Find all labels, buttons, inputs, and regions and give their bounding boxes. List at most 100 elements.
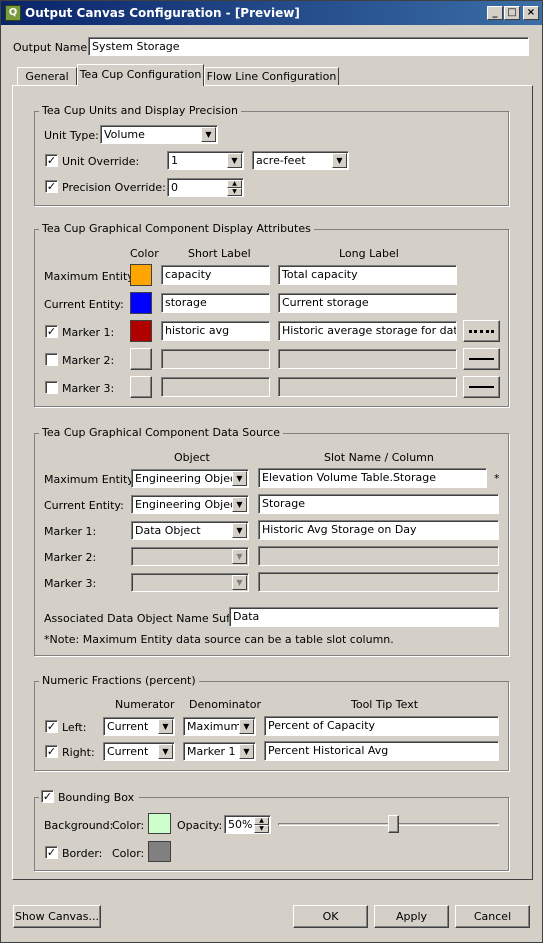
spin-down-icon[interactable]: ▼ bbox=[254, 825, 269, 833]
denominator-select[interactable]: Maximum ▼ bbox=[183, 717, 256, 736]
chevron-down-icon: ▼ bbox=[232, 471, 247, 486]
opacity-label: Opacity: bbox=[177, 819, 223, 832]
precision-spinbox[interactable]: 0 ▲ ▼ bbox=[167, 178, 244, 197]
color-swatch[interactable] bbox=[130, 376, 152, 398]
chevron-down-icon: ▼ bbox=[239, 719, 254, 734]
bounding-box-label: Bounding Box bbox=[58, 791, 135, 804]
long-label-input[interactable] bbox=[278, 349, 457, 369]
slot-name-input[interactable] bbox=[258, 546, 499, 566]
border-checkbox[interactable]: ✓ bbox=[45, 846, 58, 859]
chevron-down-icon: ▼ bbox=[227, 153, 242, 168]
precision-override-label: Precision Override: bbox=[62, 181, 166, 194]
chevron-down-icon: ▼ bbox=[232, 575, 247, 590]
object-select[interactable]: ▼ bbox=[131, 573, 249, 592]
short-label-input[interactable]: historic avg bbox=[161, 321, 270, 341]
maximize-button[interactable]: □ bbox=[504, 6, 520, 20]
tooltip-text-input[interactable]: Percent Historical Avg bbox=[264, 741, 499, 761]
long-label-input[interactable] bbox=[278, 377, 457, 397]
line-style-button[interactable] bbox=[463, 320, 500, 342]
border-color-swatch[interactable] bbox=[148, 841, 171, 862]
fraction-row-label: Right: bbox=[62, 746, 95, 759]
output-name-label: Output Name: bbox=[13, 41, 91, 54]
cancel-button[interactable]: Cancel bbox=[455, 905, 530, 928]
border-color-label: Color: bbox=[112, 847, 145, 860]
minimize-button[interactable]: _ bbox=[487, 6, 503, 20]
line-style-button[interactable] bbox=[463, 348, 500, 370]
slot-name-input[interactable]: Historic Avg Storage on Day bbox=[258, 520, 499, 540]
chevron-down-icon: ▼ bbox=[232, 523, 247, 538]
precision-override-checkbox[interactable]: ✓ bbox=[45, 180, 58, 193]
long-label-input[interactable]: Total capacity bbox=[278, 265, 457, 285]
object-select[interactable]: ▼ bbox=[131, 547, 249, 566]
unit-select[interactable]: acre-feet ▼ bbox=[252, 151, 349, 170]
spin-up-icon[interactable]: ▲ bbox=[254, 817, 269, 825]
apply-button[interactable]: Apply bbox=[374, 905, 449, 928]
unit-type-select[interactable]: Volume ▼ bbox=[100, 125, 218, 144]
title-bar[interactable]: Q Output Canvas Configuration - [Preview… bbox=[1, 1, 542, 25]
unit-type-label: Unit Type: bbox=[44, 129, 99, 142]
color-header: Color bbox=[130, 247, 159, 260]
tooltip-text-input[interactable]: Percent of Capacity bbox=[264, 716, 499, 736]
color-swatch[interactable] bbox=[130, 348, 152, 370]
numerator-select[interactable]: Current ▼ bbox=[103, 717, 175, 736]
short-label-header: Short Label bbox=[188, 247, 251, 260]
display-row-checkbox[interactable] bbox=[45, 381, 58, 394]
object-select[interactable]: Engineering Object ▼ bbox=[131, 469, 249, 488]
long-label-input[interactable]: Current storage bbox=[278, 293, 457, 313]
tab-tea-cup-configuration[interactable]: Tea Cup Configuration bbox=[77, 64, 204, 86]
source-row-label: Marker 3: bbox=[44, 577, 97, 590]
short-label-input[interactable]: storage bbox=[161, 293, 270, 313]
chevron-down-icon: ▼ bbox=[158, 719, 173, 734]
long-label-header: Long Label bbox=[339, 247, 399, 260]
tab-flow-line-configuration[interactable]: Flow Line Configuration bbox=[204, 67, 339, 85]
slot-name-input[interactable]: Storage bbox=[258, 494, 499, 514]
fraction-checkbox[interactable]: ✓ bbox=[45, 720, 58, 733]
tab-general[interactable]: General bbox=[17, 67, 77, 85]
background-color-swatch[interactable] bbox=[148, 813, 171, 834]
data-source-footnote: *Note: Maximum Entity data source can be… bbox=[44, 633, 394, 646]
color-swatch[interactable] bbox=[130, 320, 152, 342]
line-style-button[interactable] bbox=[463, 376, 500, 398]
short-label-input[interactable] bbox=[161, 349, 270, 369]
slot-name-input[interactable]: Elevation Volume Table.Storage bbox=[258, 468, 487, 488]
suffix-input[interactable]: Data bbox=[229, 607, 499, 627]
close-button[interactable]: × bbox=[523, 6, 539, 20]
bounding-box-checkbox[interactable]: ✓ bbox=[41, 790, 54, 803]
spin-down-icon[interactable]: ▼ bbox=[227, 188, 242, 196]
fraction-checkbox[interactable]: ✓ bbox=[45, 745, 58, 758]
object-select[interactable]: Data Object ▼ bbox=[131, 521, 249, 540]
dotted-line-icon bbox=[469, 330, 494, 333]
slot-name-input[interactable] bbox=[258, 572, 499, 592]
output-name-input[interactable]: System Storage bbox=[88, 37, 529, 56]
short-label-input[interactable]: capacity bbox=[161, 265, 270, 285]
bounding-box-group bbox=[34, 797, 509, 871]
show-canvas-button[interactable]: Show Canvas... bbox=[13, 905, 101, 928]
chevron-down-icon: ▼ bbox=[158, 744, 173, 759]
spin-up-icon[interactable]: ▲ bbox=[227, 180, 242, 188]
display-row-checkbox[interactable] bbox=[45, 353, 58, 366]
display-attributes-group-title: Tea Cup Graphical Component Display Attr… bbox=[39, 222, 314, 235]
color-swatch[interactable] bbox=[130, 264, 152, 286]
display-row-checkbox[interactable]: ✓ bbox=[45, 325, 58, 338]
object-select[interactable]: Engineering Object ▼ bbox=[131, 495, 249, 514]
chevron-down-icon: ▼ bbox=[232, 549, 247, 564]
color-swatch[interactable] bbox=[130, 292, 152, 314]
display-row-label: Marker 1: bbox=[62, 326, 115, 339]
object-header: Object bbox=[174, 451, 210, 464]
required-asterisk: * bbox=[494, 472, 500, 485]
numerator-select[interactable]: Current ▼ bbox=[103, 742, 175, 761]
unit-override-label: Unit Override: bbox=[62, 155, 140, 168]
unit-scale-select[interactable]: 1 ▼ bbox=[167, 151, 244, 170]
opacity-spinbox[interactable]: 50% ▲ ▼ bbox=[224, 815, 271, 834]
background-label: Background: bbox=[44, 819, 114, 832]
solid-line-icon bbox=[469, 358, 494, 360]
long-label-input[interactable]: Historic average storage for date bbox=[278, 321, 457, 341]
denominator-select[interactable]: Marker 1 ▼ bbox=[183, 742, 256, 761]
app-icon: Q bbox=[5, 5, 21, 21]
opacity-slider-handle[interactable] bbox=[388, 815, 399, 833]
display-row-label: Maximum Entity: bbox=[44, 270, 137, 283]
unit-override-checkbox[interactable]: ✓ bbox=[45, 154, 58, 167]
short-label-input[interactable] bbox=[161, 377, 270, 397]
border-label: Border: bbox=[62, 847, 103, 860]
ok-button[interactable]: OK bbox=[293, 905, 368, 928]
